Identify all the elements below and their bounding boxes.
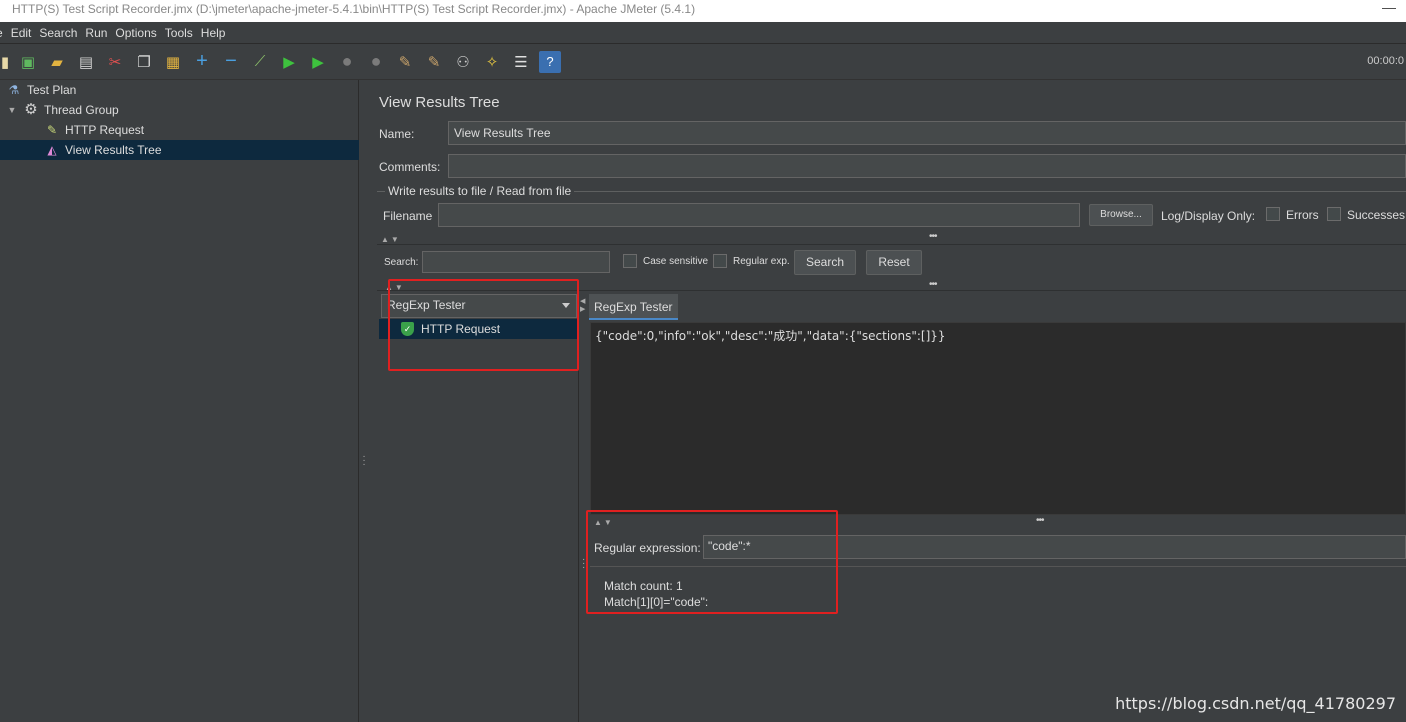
collapse-arrows-icon[interactable]: ▲▼ bbox=[594, 518, 614, 527]
response-body-text[interactable]: {"code":0,"info":"ok","desc":"成功","data"… bbox=[590, 322, 1406, 515]
search-button[interactable]: Search bbox=[794, 250, 856, 275]
divider bbox=[590, 566, 1406, 567]
cut-icon[interactable]: ✂ bbox=[104, 51, 126, 73]
toggle-icon[interactable]: ⟋ bbox=[249, 51, 271, 73]
name-label: Name: bbox=[379, 127, 415, 141]
collapse-arrows-icon[interactable]: ▲▼ bbox=[381, 235, 401, 244]
comments-label: Comments: bbox=[379, 160, 441, 174]
start-icon[interactable]: ▶ bbox=[278, 51, 300, 73]
side-arrows-icon[interactable]: ◀ ▶ bbox=[580, 298, 585, 314]
templates-icon[interactable]: ▣ bbox=[17, 51, 39, 73]
successes-checkbox[interactable] bbox=[1327, 207, 1341, 221]
regular-exp-label: Regular exp. bbox=[733, 256, 790, 267]
chevron-down-icon: ▼ bbox=[7, 105, 17, 115]
expand-icon[interactable]: + bbox=[191, 50, 213, 73]
match-line: Match[1][0]="code": bbox=[604, 595, 709, 609]
errors-checkbox[interactable] bbox=[1266, 207, 1280, 221]
tree-item-http-request[interactable]: ✎ HTTP Request bbox=[44, 120, 144, 140]
divider bbox=[377, 290, 1406, 291]
tree-item-test-plan[interactable]: ⚗ Test Plan bbox=[6, 80, 77, 100]
menu-bar: e Edit Search Run Options Tools Help bbox=[0, 22, 1406, 44]
panel-title: View Results Tree bbox=[379, 94, 500, 111]
errors-label: Errors bbox=[1286, 208, 1319, 222]
match-count: Match count: 1 bbox=[604, 579, 683, 593]
results-list-panel: RegExp Tester ✓ HTTP Request bbox=[379, 292, 579, 722]
function-helper-icon[interactable]: ☰ bbox=[510, 51, 532, 73]
divider bbox=[377, 244, 1406, 245]
save-icon[interactable]: ▤ bbox=[75, 51, 97, 73]
minimize-button[interactable]: — bbox=[1382, 0, 1396, 16]
successes-label: Successes bbox=[1347, 208, 1406, 222]
result-item-http-request[interactable]: ✓ HTTP Request bbox=[379, 319, 577, 339]
case-sensitive-label: Case sensitive bbox=[643, 256, 709, 267]
comments-field[interactable] bbox=[448, 154, 1406, 178]
renderer-select[interactable]: RegExp Tester bbox=[381, 294, 577, 318]
gear-icon: ⚙ bbox=[24, 101, 38, 118]
filename-field[interactable] bbox=[438, 203, 1080, 227]
menu-search[interactable]: Search bbox=[39, 26, 77, 40]
chevron-down-icon bbox=[562, 303, 570, 308]
tree-item-label: View Results Tree bbox=[65, 143, 162, 157]
menu-tools[interactable]: Tools bbox=[165, 26, 193, 40]
watermark: https://blog.csdn.net/qq_41780297 bbox=[1115, 694, 1396, 713]
new-icon[interactable]: ▮ bbox=[0, 51, 10, 73]
regexp-tester-panel: ▲▼ ••• Regular expression: "code":* Matc… bbox=[590, 515, 1406, 722]
pipette-icon: ✎ bbox=[46, 123, 58, 137]
reset-search-icon[interactable]: ✧ bbox=[481, 51, 503, 73]
filename-label: Filename bbox=[383, 209, 433, 223]
success-shield-icon: ✓ bbox=[401, 322, 414, 336]
menu-run[interactable]: Run bbox=[85, 26, 107, 40]
tab-regexp-tester[interactable]: RegExp Tester bbox=[589, 294, 678, 320]
tree-item-thread-group[interactable]: ▼ ⚙ Thread Group bbox=[6, 100, 119, 120]
stop-icon[interactable]: ● bbox=[336, 51, 358, 73]
collapse-icon[interactable]: − bbox=[220, 50, 242, 73]
search-icon[interactable]: ⚇ bbox=[452, 51, 474, 73]
results-detail-panel: ◀ ▶ RegExp Tester {"code":0,"info":"ok","… bbox=[580, 292, 1406, 722]
match-results: Match count: 1 Match[1][0]="code": bbox=[604, 578, 708, 610]
search-input[interactable] bbox=[422, 251, 610, 273]
tree-item-label: Test Plan bbox=[27, 83, 77, 97]
help-icon[interactable]: ? bbox=[539, 50, 561, 73]
start-no-pauses-icon[interactable]: ▶ bbox=[307, 51, 329, 73]
regular-exp-checkbox[interactable] bbox=[713, 254, 727, 268]
elapsed-timer: 00:00:0 bbox=[1367, 55, 1404, 67]
flask-icon: ⚗ bbox=[8, 83, 20, 97]
tree-item-view-results-tree[interactable]: ◭ View Results Tree bbox=[0, 140, 359, 160]
open-icon[interactable]: ▰ bbox=[46, 51, 68, 73]
copy-icon[interactable]: ❐ bbox=[133, 51, 155, 73]
browse-button[interactable]: Browse... bbox=[1089, 204, 1153, 226]
window-title-bar: HTTP(S) Test Script Recorder.jmx (D:\jme… bbox=[0, 0, 1406, 22]
test-plan-tree: ⚗ Test Plan ▼ ⚙ Thread Group ✎ HTTP Requ… bbox=[0, 80, 359, 722]
menu-help[interactable]: Help bbox=[201, 26, 226, 40]
regex-label: Regular expression: bbox=[594, 541, 701, 555]
window-title: HTTP(S) Test Script Recorder.jmx (D:\jme… bbox=[12, 2, 696, 16]
menu-edit[interactable]: Edit bbox=[11, 26, 32, 40]
regex-input[interactable]: "code":* bbox=[703, 535, 1406, 559]
splitter-dots[interactable]: ••• bbox=[929, 231, 937, 242]
toolbar: ▮ ▣ ▰ ▤ ✂ ❐ ▦ + − ⟋ ▶ ▶ ● ● ✎ ✎ ⚇ ✧ ☰ ? … bbox=[0, 44, 1406, 80]
view-results-tree-panel: View Results Tree Name: View Results Tre… bbox=[369, 80, 1406, 722]
splitter-dots[interactable]: ••• bbox=[929, 279, 937, 290]
log-display-label: Log/Display Only: bbox=[1161, 209, 1256, 223]
search-label: Search: bbox=[384, 257, 419, 268]
shutdown-icon[interactable]: ● bbox=[365, 51, 387, 73]
splitter-handle[interactable]: · · · bbox=[361, 452, 367, 470]
splitter-handle[interactable]: · · · bbox=[582, 555, 585, 573]
name-field[interactable]: View Results Tree bbox=[448, 121, 1406, 145]
renderer-selected-value: RegExp Tester bbox=[387, 298, 466, 312]
splitter-dots[interactable]: ••• bbox=[1036, 515, 1044, 526]
menu-options[interactable]: Options bbox=[115, 26, 156, 40]
tree-item-label: HTTP Request bbox=[65, 123, 145, 137]
chart-icon: ◭ bbox=[47, 143, 57, 157]
case-sensitive-checkbox[interactable] bbox=[623, 254, 637, 268]
tree-item-label: Thread Group bbox=[44, 103, 119, 117]
paste-icon[interactable]: ▦ bbox=[162, 51, 184, 73]
group-title: Write results to file / Read from file bbox=[385, 184, 575, 198]
menu-file[interactable]: e bbox=[0, 26, 3, 40]
reset-button[interactable]: Reset bbox=[866, 250, 922, 275]
clear-icon[interactable]: ✎ bbox=[394, 51, 416, 73]
result-item-label: HTTP Request bbox=[421, 322, 501, 336]
clear-all-icon[interactable]: ✎ bbox=[423, 51, 445, 73]
